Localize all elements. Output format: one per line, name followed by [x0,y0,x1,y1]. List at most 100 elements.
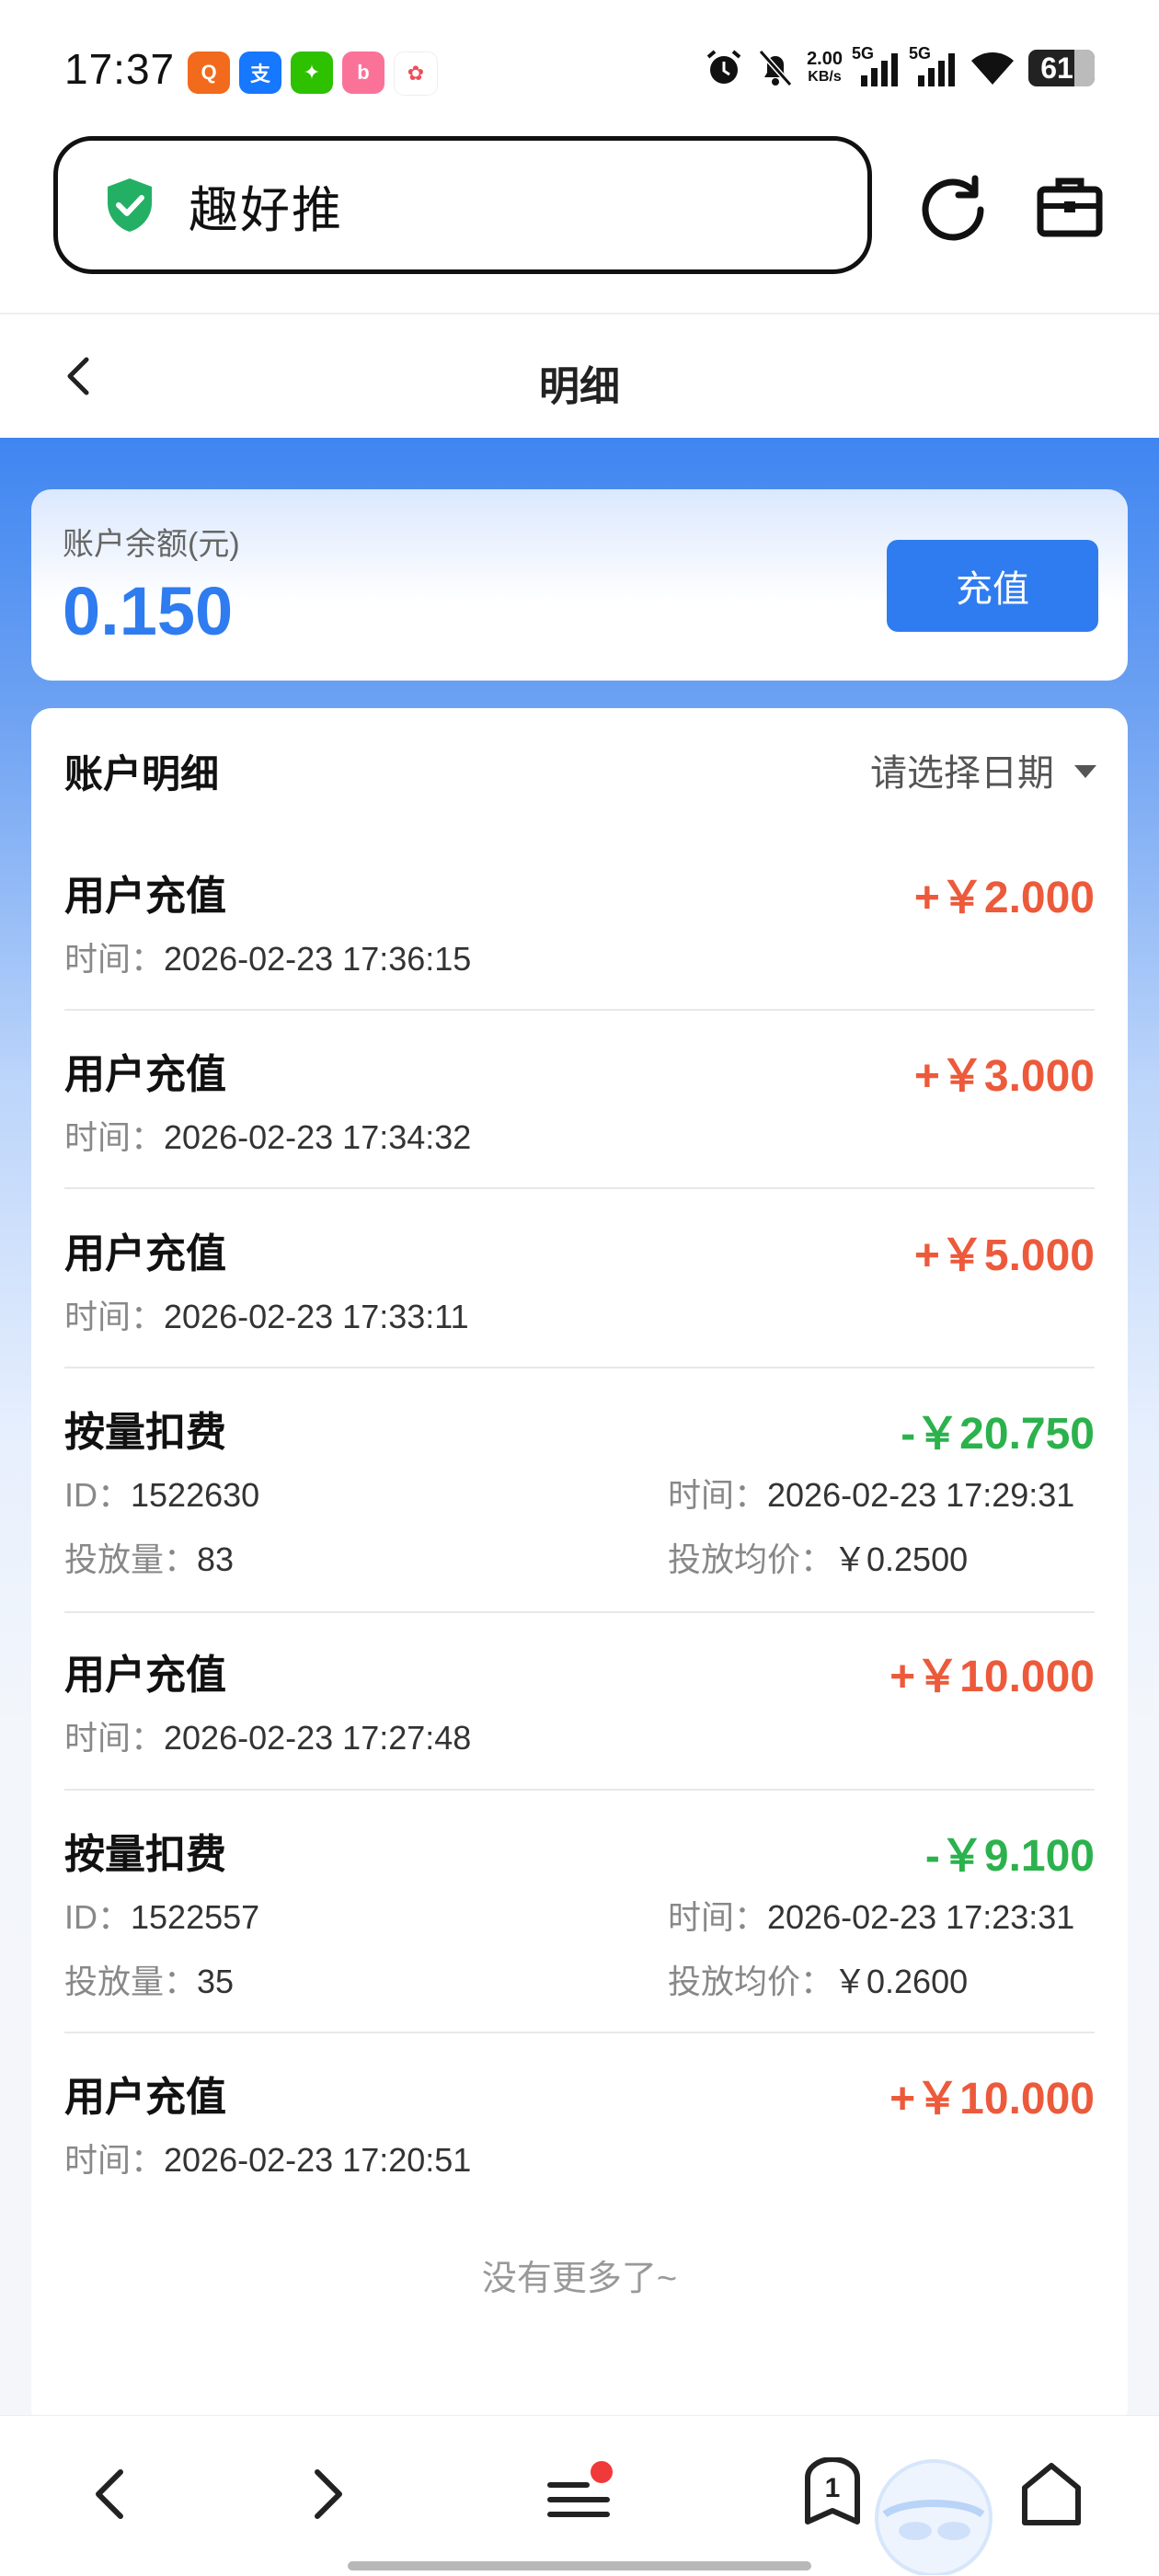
record-divider [64,2032,1095,2033]
avg-price-label: 投放均价： [668,1540,834,1578]
record-id: ID：1522557 [64,1891,259,1939]
tabs-button[interactable]: 1 [791,2453,874,2536]
toolbox-icon [1037,177,1103,237]
time-value: 2026-02-23 17:23:31 [767,1898,1075,1936]
time-label: 时间： [64,2141,165,2179]
time-value: 2026-02-23 17:34:32 [164,1118,472,1156]
record-divider [64,1611,1095,1613]
time-value: 2026-02-23 17:36:15 [164,940,472,978]
record-title: 用户充值 [64,874,226,919]
battery-level: 61 [1040,51,1073,85]
record-title: 按量扣费 [64,1410,226,1455]
signal1-label: 5G [852,44,875,63]
network-speed-unit: KB/s [808,69,842,85]
id-label: ID： [64,1476,132,1514]
page-header: 明细 [0,315,1159,438]
balance-value: 0.150 [63,573,234,649]
record-title: 用户充值 [64,1052,226,1097]
record-time: 时间：2026-02-23 17:34:32 [64,1111,471,1159]
record-divider [64,1009,1095,1011]
time-label: 时间： [64,1118,165,1156]
wechat-icon: ✦ [291,52,333,94]
record-id: ID：1522630 [64,1469,259,1517]
record-divider [64,1187,1095,1189]
address-bar[interactable]: 趣好推 [53,136,872,274]
time-label: 时间： [64,1298,165,1335]
avg-price-value: ￥0.2500 [833,1540,969,1578]
home-indicator[interactable] [348,2561,811,2570]
balance-label: 账户余额(元) [63,527,240,562]
record-avg-price: 投放均价：￥0.2600 [668,1955,968,2003]
record-avg-price: 投放均价：￥0.2500 [668,1533,968,1581]
record-quantity: 投放量：83 [64,1533,234,1581]
time-value: 2026-02-23 17:33:11 [164,1298,469,1335]
signal-5g-1-icon: 5G [852,44,900,86]
no-more-text: 没有更多了~ [481,2260,678,2298]
tab-count: 1 [824,2473,841,2503]
record-amount: +￥2.000 [913,874,1095,922]
record-title: 用户充值 [64,1231,226,1277]
home-button[interactable] [1010,2453,1093,2536]
caret-down-icon [1074,765,1096,778]
nav-back-button[interactable] [68,2453,151,2536]
time-value: 2026-02-23 17:27:48 [164,1719,472,1757]
recharge-button[interactable]: 充值 [887,540,1098,632]
id-label: ID： [64,1898,132,1936]
chevron-left-icon [96,2469,123,2519]
record-title: 用户充值 [64,1653,226,1698]
record-divider [64,1789,1095,1791]
record-title: 用户充值 [64,2075,226,2120]
record-time: 时间：2026-02-23 17:23:31 [668,1891,1074,1939]
mute-bell-icon [758,50,793,86]
time-label: 时间： [668,1476,768,1514]
network-speed-value: 2.00 [807,49,843,69]
menu-button[interactable] [538,2453,621,2536]
refresh-icon [922,175,984,241]
quantity-value: 83 [197,1540,235,1578]
signal-5g-2-icon: 5G [909,44,957,86]
signal2-label: 5G [909,44,932,63]
refresh-button[interactable] [912,166,995,248]
details-title: 账户明细 [64,752,220,796]
notification-apps: Q 支 ✦ b ✿ [188,52,438,96]
time-label: 时间： [668,1898,768,1936]
alipay-icon: 支 [239,52,281,94]
record-divider [64,1367,1095,1368]
avg-price-value: ￥0.2600 [833,1963,969,2000]
app-icon-orange: Q [188,52,230,94]
menu-icon [547,2461,613,2517]
bilibili-icon: b [342,52,384,94]
quantity-value: 35 [197,1963,235,2000]
record-amount: +￥3.000 [913,1052,1095,1101]
time-value: 2026-02-23 17:20:51 [164,2141,472,2179]
id-value: 1522630 [131,1476,260,1514]
chevron-right-icon [315,2469,342,2519]
network-speed: 2.00 KB/s [807,50,843,86]
record-amount: +￥5.000 [913,1231,1095,1280]
date-picker[interactable]: 请选择日期 [870,743,1096,796]
address-text: 趣好推 [189,182,343,238]
alarm-icon [706,50,741,84]
record-amount: -￥9.100 [924,1832,1095,1881]
nav-forward-button[interactable] [287,2453,370,2536]
status-time: 17:37 [64,45,176,93]
record-time: 时间：2026-02-23 17:36:15 [64,933,471,980]
quantity-label: 投放量： [64,1963,198,2000]
record-title: 按量扣费 [64,1832,226,1877]
time-label: 时间： [64,1719,165,1757]
record-time: 时间：2026-02-23 17:20:51 [64,2134,471,2181]
record-amount: +￥10.000 [889,2075,1095,2124]
record-amount: -￥20.750 [901,1410,1095,1459]
record-time: 时间：2026-02-23 17:33:11 [64,1290,469,1338]
baidu-icon: ✿ [394,52,438,96]
quantity-label: 投放量： [64,1540,198,1578]
balance-card: 账户余额(元) 0.150 充值 [31,489,1128,681]
record-time: 时间：2026-02-23 17:29:31 [668,1469,1074,1517]
time-value: 2026-02-23 17:29:31 [767,1476,1075,1514]
toolbox-button[interactable] [1028,166,1111,248]
page-title: 明细 [539,364,620,409]
record-amount: +￥10.000 [889,1653,1095,1701]
battery-icon: 61 [1028,50,1095,86]
home-icon [1022,2463,1081,2525]
account-details-card: 账户明细 请选择日期 用户充值 +￥2.000 时间：2026-02-23 17… [31,708,1128,2428]
